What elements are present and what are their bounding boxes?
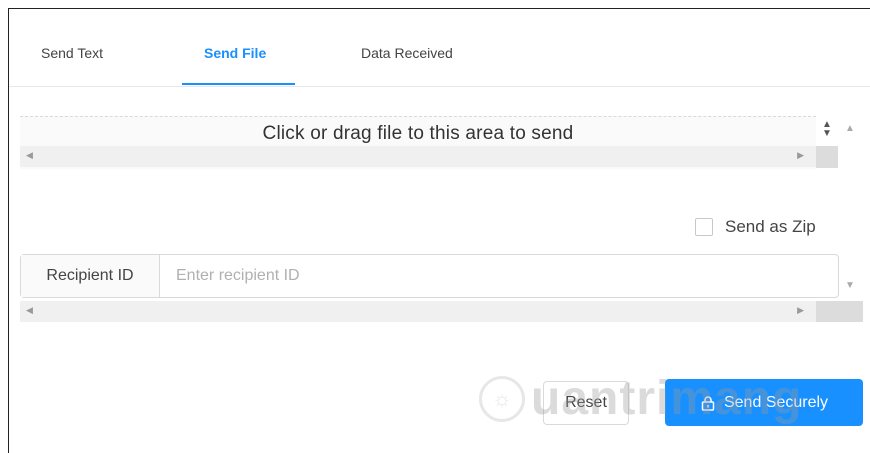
send-as-zip-label: Send as Zip bbox=[725, 217, 816, 236]
send-securely-button[interactable]: Send Securely bbox=[665, 379, 863, 426]
scroll-spinner-icon[interactable]: ▲ ▼ bbox=[821, 120, 833, 142]
tab-send-file[interactable]: Send File bbox=[204, 45, 266, 61]
horizontal-scrollbar-2[interactable]: ◀ ▶ bbox=[20, 301, 816, 322]
scroll-left-arrow-icon[interactable]: ◀ bbox=[26, 305, 33, 316]
tab-data-received[interactable]: Data Received bbox=[361, 45, 453, 61]
send-as-zip-option[interactable]: Send as Zip bbox=[695, 217, 816, 237]
app-panel: Send Text Send File Data Received Click … bbox=[8, 8, 870, 453]
tab-send-text[interactable]: Send Text bbox=[41, 45, 103, 61]
recipient-id-label: Recipient ID bbox=[21, 255, 160, 297]
recipient-id-input[interactable] bbox=[160, 255, 838, 297]
scroll-up-arrow-icon[interactable]: ▲ bbox=[845, 123, 855, 134]
active-tab-indicator bbox=[182, 83, 295, 85]
drop-zone-text: Click or drag file to this area to send bbox=[262, 123, 574, 144]
scroll-left-arrow-icon[interactable]: ◀ bbox=[26, 150, 33, 161]
horizontal-scrollbar[interactable]: ◀ ▶ bbox=[20, 146, 816, 167]
recipient-input-group: Recipient ID bbox=[20, 254, 839, 298]
lock-icon bbox=[701, 395, 715, 411]
bulb-watermark-icon: ☼ bbox=[479, 375, 525, 422]
scroll-right-arrow-icon[interactable]: ▶ bbox=[797, 150, 804, 161]
scroll-right-arrow-icon[interactable]: ▶ bbox=[797, 305, 804, 316]
scroll-down-arrow-icon[interactable]: ▼ bbox=[845, 280, 855, 291]
reset-button[interactable]: Reset bbox=[543, 381, 629, 425]
scrollbar-corner bbox=[816, 146, 838, 168]
scrollbar-corner-2 bbox=[816, 301, 863, 322]
tab-bar: Send Text Send File Data Received bbox=[9, 9, 870, 87]
send-securely-label: Send Securely bbox=[723, 393, 829, 411]
send-as-zip-checkbox[interactable] bbox=[695, 218, 713, 236]
